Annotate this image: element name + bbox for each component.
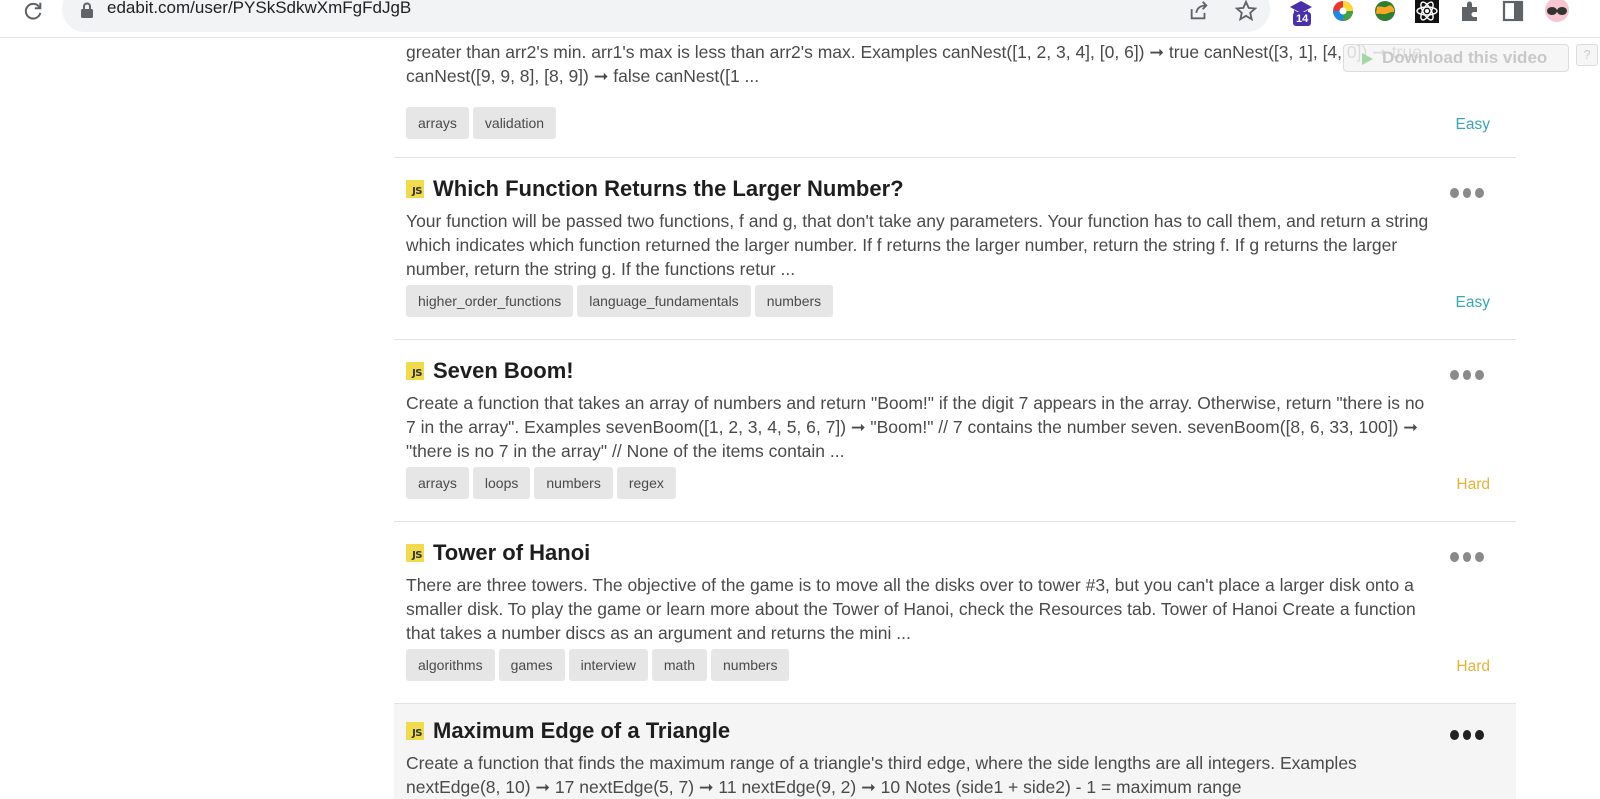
difficulty-label: Easy — [1455, 116, 1490, 133]
javascript-icon: JS — [406, 544, 424, 562]
tag[interactable]: numbers — [534, 467, 613, 499]
lock-icon[interactable] — [80, 2, 94, 18]
tag-list: algorithms games interview math numbers — [406, 649, 790, 681]
challenge-title[interactable]: Seven Boom! — [433, 358, 574, 384]
browser-toolbar: edabit.com/user/PYSkSdkwXmFgFdJgB 14 — [0, 0, 1600, 38]
tag[interactable]: algorithms — [406, 649, 495, 681]
share-icon[interactable] — [1188, 0, 1210, 22]
javascript-icon: JS — [406, 362, 424, 380]
reload-icon[interactable] — [22, 0, 44, 22]
color-wheel-extension-icon[interactable] — [1330, 0, 1356, 24]
challenge-card[interactable]: JS Tower of Hanoi There are three towers… — [394, 522, 1516, 704]
tag[interactable]: regex — [616, 467, 676, 499]
download-video-button[interactable]: Download this video — [1343, 44, 1569, 72]
difficulty-label: Hard — [1456, 476, 1490, 493]
more-options-icon[interactable] — [1450, 552, 1485, 562]
more-options-icon[interactable] — [1450, 370, 1485, 380]
challenge-title-row: JS Seven Boom! — [406, 358, 574, 384]
challenge-description: Create a function that finds the maximum… — [406, 753, 1357, 797]
tag[interactable]: games — [498, 649, 565, 681]
challenge-card[interactable]: JS Seven Boom! Create a function that ta… — [394, 340, 1516, 522]
more-options-icon[interactable] — [1450, 730, 1485, 740]
atom-extension-icon[interactable] — [1414, 0, 1440, 24]
side-panel-icon[interactable] — [1500, 0, 1526, 24]
challenge-description: Create a function that takes an array of… — [406, 393, 1425, 461]
tag[interactable]: language_fundamentals — [577, 285, 751, 317]
tag[interactable]: arrays — [406, 467, 469, 499]
extension-badge: 14 — [1293, 12, 1312, 26]
challenge-description: Your function will be passed two functio… — [406, 211, 1429, 279]
challenge-title[interactable]: Tower of Hanoi — [433, 540, 590, 566]
javascript-icon: JS — [406, 180, 424, 198]
tag[interactable]: math — [651, 649, 707, 681]
profile-avatar-icon[interactable] — [1542, 0, 1572, 24]
more-options-icon[interactable] — [1450, 188, 1485, 198]
download-help-button[interactable]: ? — [1576, 44, 1598, 66]
tag[interactable]: higher_order_functions — [406, 285, 574, 317]
tag-list: higher_order_functions language_fundamen… — [406, 285, 834, 317]
tag[interactable]: interview — [568, 649, 648, 681]
globe-extension-icon[interactable] — [1372, 0, 1398, 24]
difficulty-label: Easy — [1455, 294, 1490, 311]
javascript-icon: JS — [406, 722, 424, 740]
challenge-title[interactable]: Which Function Returns the Larger Number… — [433, 176, 904, 202]
puzzle-piece-icon[interactable] — [1457, 0, 1483, 24]
challenge-card[interactable]: JS Maximum Edge of a Triangle Create a f… — [394, 704, 1516, 799]
challenge-title-row: JS Tower of Hanoi — [406, 540, 590, 566]
difficulty-label: Hard — [1456, 658, 1490, 675]
download-video-label: Download this video — [1382, 48, 1548, 67]
challenge-title-row: JS Maximum Edge of a Triangle — [406, 718, 730, 744]
challenge-title-row: JS Which Function Returns the Larger Num… — [406, 176, 904, 202]
bookmark-star-icon[interactable] — [1235, 0, 1257, 22]
challenge-card[interactable]: JS Which Function Returns the Larger Num… — [394, 158, 1516, 340]
tag[interactable]: loops — [472, 467, 531, 499]
tag-list: arrays validation — [406, 107, 557, 139]
tag[interactable]: validation — [472, 107, 557, 139]
challenge-description: Create a function that returns true if t… — [406, 28, 1436, 100]
tag[interactable]: numbers — [754, 285, 834, 317]
play-icon — [1362, 53, 1373, 65]
challenge-title[interactable]: Maximum Edge of a Triangle — [433, 718, 730, 744]
url-text[interactable]: edabit.com/user/PYSkSdkwXmFgFdJgB — [107, 0, 411, 18]
tag[interactable]: arrays — [406, 107, 469, 139]
tag[interactable]: numbers — [711, 649, 790, 681]
tag-list: arrays loops numbers regex — [406, 467, 676, 499]
challenge-description: There are three towers. The objective of… — [406, 575, 1416, 643]
